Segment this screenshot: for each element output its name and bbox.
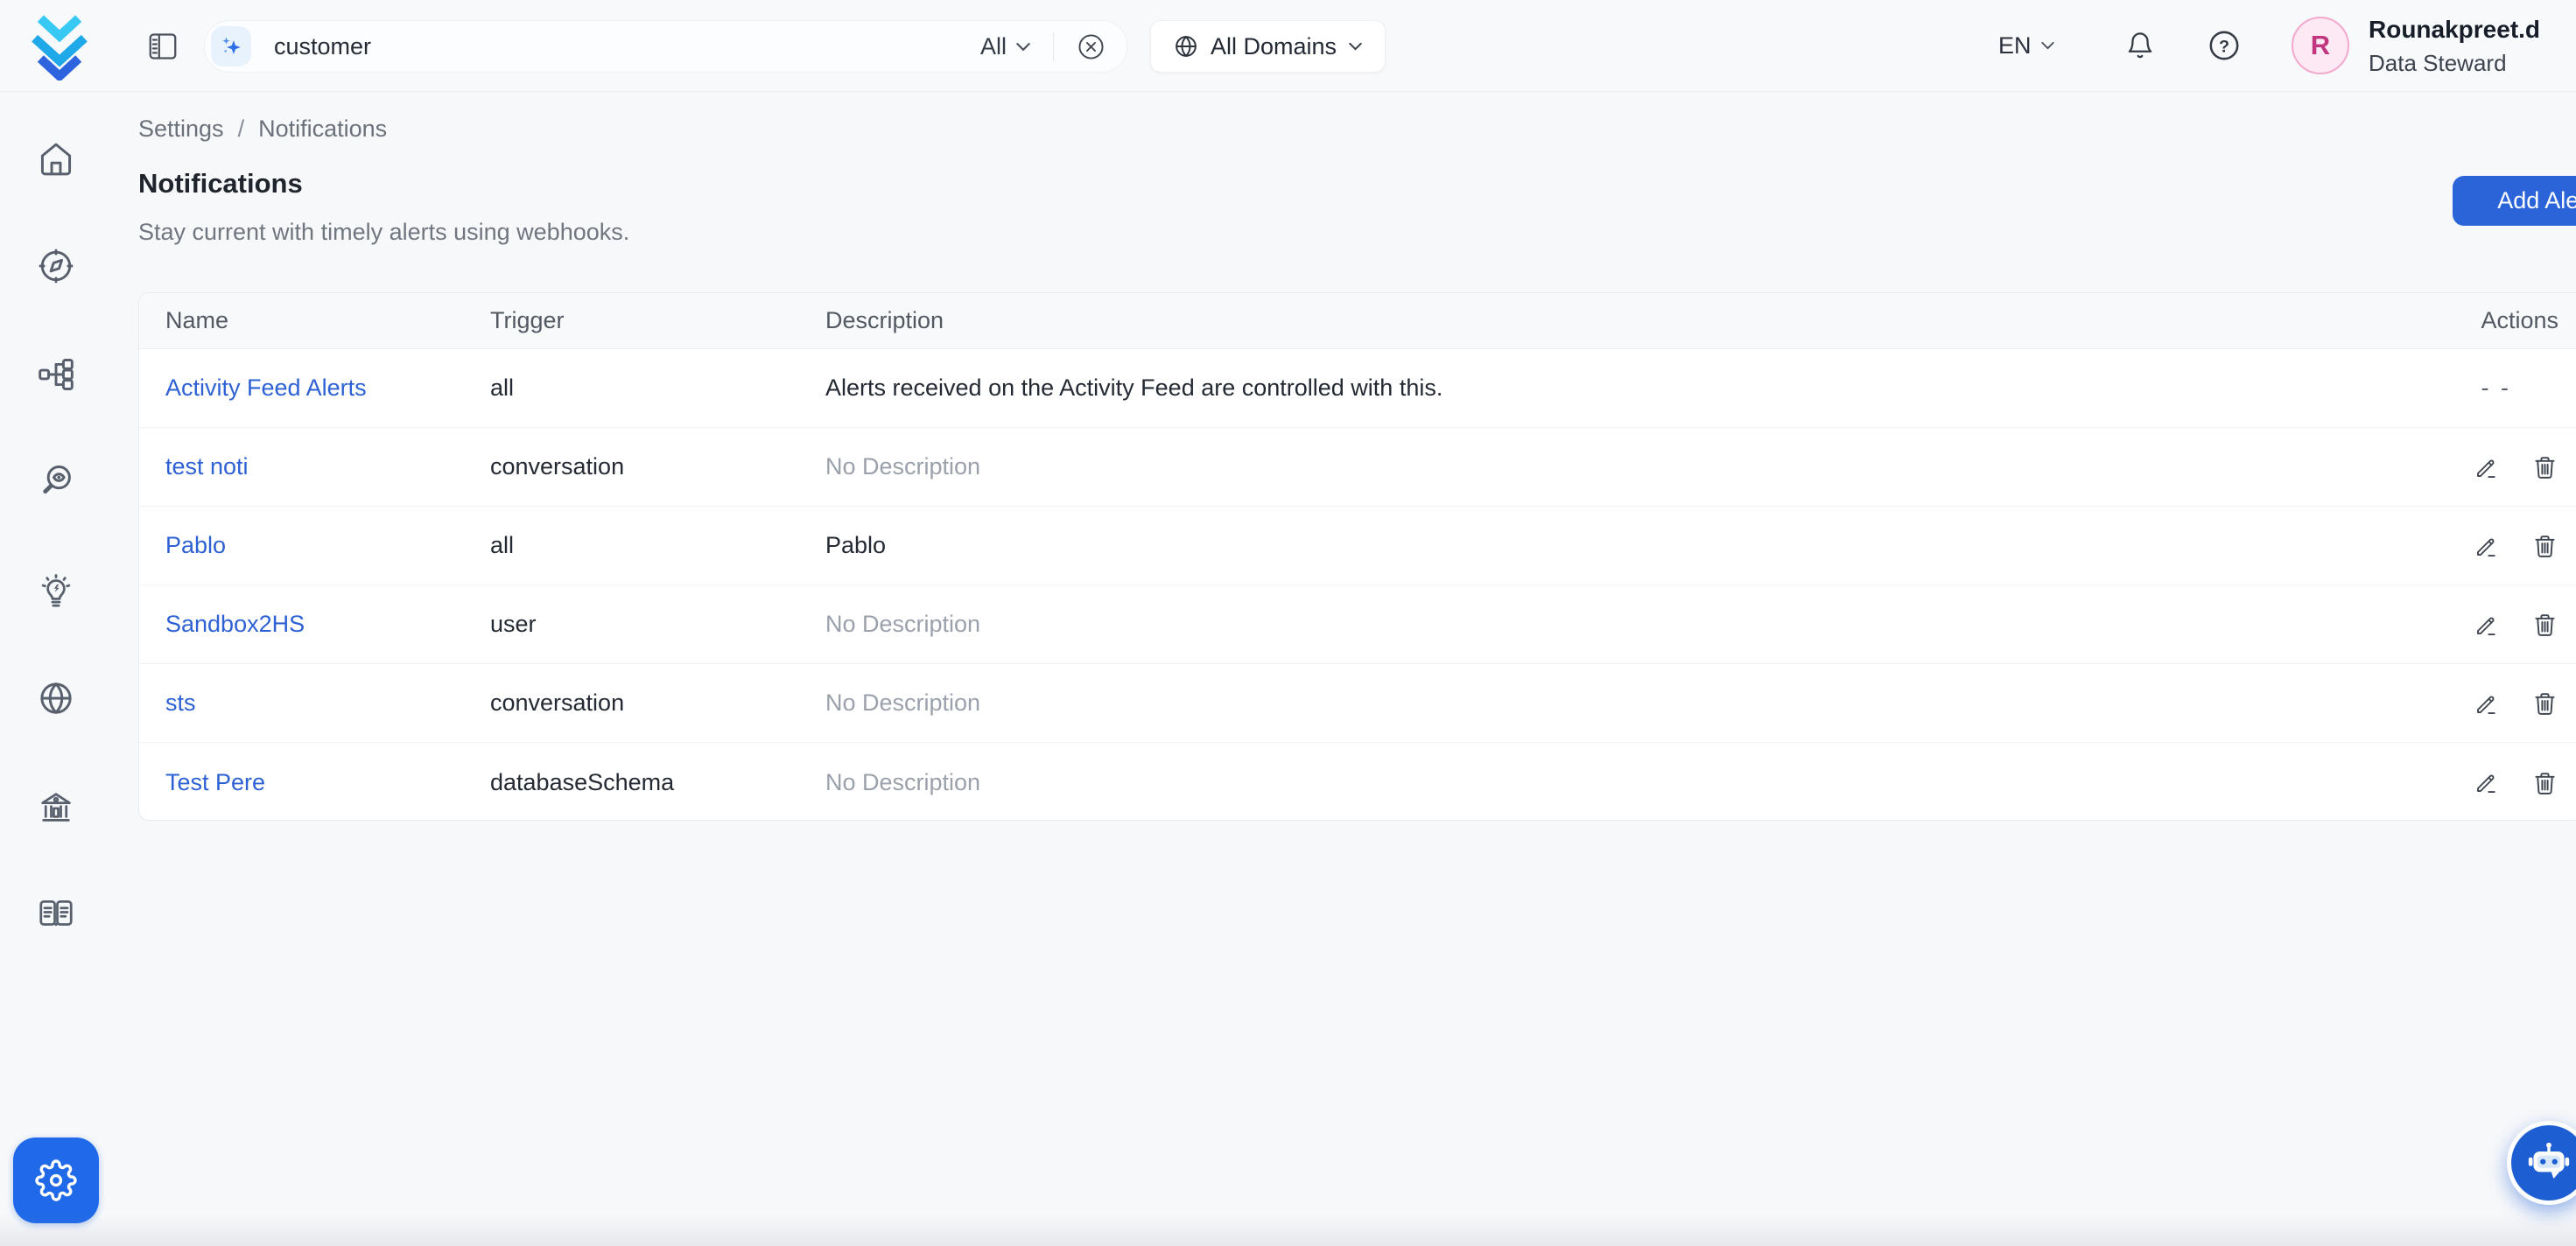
alert-trigger: databaseSchema [490,769,825,796]
alert-description: No Description [825,690,2410,717]
language-dropdown[interactable]: EN [1998,0,2054,91]
chat-bot-button[interactable] [2507,1121,2576,1205]
compass-icon [37,247,75,285]
edit-icon[interactable] [2474,769,2500,795]
table-header-row: Name Trigger Description Actions [139,293,2576,349]
magnifier-eye-icon [37,462,75,500]
help-glyph: ? [2219,37,2229,56]
sidebar-item-explore[interactable] [37,247,75,285]
bank-icon [37,788,75,826]
gear-icon [35,1159,77,1201]
alert-description: No Description [825,611,2410,638]
sidebar-item-glossary[interactable] [37,894,75,933]
sidebar-item-insights[interactable] [37,572,75,611]
table-row: Pablo all Pablo [139,507,2576,585]
chevron-down-icon [1016,42,1030,52]
alert-description: No Description [825,453,2410,480]
page-subtitle: Stay current with timely alerts using we… [138,219,629,246]
left-sidebar [0,91,112,1246]
alert-trigger: conversation [490,690,825,717]
column-header-name: Name [165,307,490,334]
top-bar: customer All All Domains [0,0,2576,92]
help-icon[interactable]: ? [2207,29,2241,62]
chevron-down-icon [2041,41,2054,50]
alert-name-link[interactable]: Sandbox2HS [165,611,305,637]
sidebar-toggle-icon[interactable] [147,32,179,61]
user-name: Rounakpreet.d [2369,12,2576,47]
search-controls: All [980,32,1127,61]
breadcrumb: Settings / Notifications [138,116,387,143]
alert-name-link[interactable]: Activity Feed Alerts [165,374,367,401]
edit-icon[interactable] [2474,454,2500,480]
robot-icon [2525,1139,2572,1186]
user-role: Data Steward [2369,47,2576,79]
alert-trigger: user [490,611,825,638]
app-window: customer All All Domains [0,0,2576,1246]
domains-filter-label: All Domains [1211,33,1337,60]
app-logo-icon[interactable] [25,10,95,80]
bottom-fade [0,1214,2576,1246]
ai-sparkles-icon[interactable] [211,26,251,66]
alert-trigger: all [490,532,825,559]
edit-icon[interactable] [2474,612,2500,638]
sidebar-item-govern[interactable] [37,788,75,826]
clear-search-icon[interactable] [1077,32,1106,61]
data-flow-icon [37,355,75,394]
search-divider [1053,32,1054,60]
search-input[interactable]: customer [274,33,371,60]
delete-icon[interactable] [2531,769,2558,796]
table-row: Test Pere databaseSchema No Description [139,743,2576,822]
table-row: test noti conversation No Description [139,428,2576,507]
delete-icon[interactable] [2531,611,2558,638]
delete-icon[interactable] [2531,690,2558,717]
sidebar-item-home[interactable] [37,140,75,178]
edit-icon[interactable] [2474,690,2500,717]
notifications-table: Name Trigger Description Actions Activit… [138,292,2576,821]
sidebar-item-domains[interactable] [37,679,75,718]
table-row: sts conversation No Description [139,664,2576,743]
home-icon [37,140,75,178]
lightbulb-icon [37,572,75,611]
column-header-trigger: Trigger [490,307,825,334]
user-menu[interactable]: Rounakpreet.d Data Steward [2369,12,2576,79]
globe-icon [37,679,75,718]
no-actions-placeholder: - - [2481,374,2511,402]
language-label: EN [1998,32,2032,60]
open-book-icon [37,894,75,933]
sidebar-item-observability[interactable] [37,462,75,500]
delete-icon[interactable] [2531,532,2558,559]
avatar-initial: R [2311,30,2330,61]
alert-description: No Description [825,769,2410,796]
domains-filter-button[interactable]: All Domains [1150,20,1386,73]
page-title: Notifications [138,168,303,200]
alert-description: Pablo [825,532,2410,559]
breadcrumb-settings[interactable]: Settings [138,116,224,143]
alert-name-link[interactable]: Pablo [165,532,226,558]
column-header-actions: Actions [2410,307,2558,334]
add-alert-button[interactable]: Add Alert [2453,176,2576,226]
breadcrumb-notifications[interactable]: Notifications [258,116,387,143]
search-scope-label: All [980,33,1007,60]
alert-trigger: all [490,374,825,402]
search-scope-dropdown[interactable]: All [980,33,1030,60]
globe-icon [1174,34,1198,59]
global-search-bar[interactable]: customer All [204,20,1127,73]
alert-name-link[interactable]: test noti [165,453,249,480]
chevron-down-icon [1349,42,1362,51]
alert-trigger: conversation [490,453,825,480]
alert-name-link[interactable]: Test Pere [165,769,265,795]
notifications-bell-icon[interactable] [2125,31,2155,60]
sidebar-item-data-assets[interactable] [37,355,75,394]
table-row: Sandbox2HS user No Description [139,585,2576,664]
sidebar-item-settings-active[interactable] [13,1138,99,1223]
edit-icon[interactable] [2474,533,2500,559]
alert-name-link[interactable]: sts [165,690,196,716]
user-avatar[interactable]: R [2292,17,2349,74]
column-header-description: Description [825,307,2410,334]
alert-description: Alerts received on the Activity Feed are… [825,374,2410,402]
breadcrumb-separator: / [238,116,245,143]
table-row: Activity Feed Alerts all Alerts received… [139,349,2576,428]
delete-icon[interactable] [2531,453,2558,480]
